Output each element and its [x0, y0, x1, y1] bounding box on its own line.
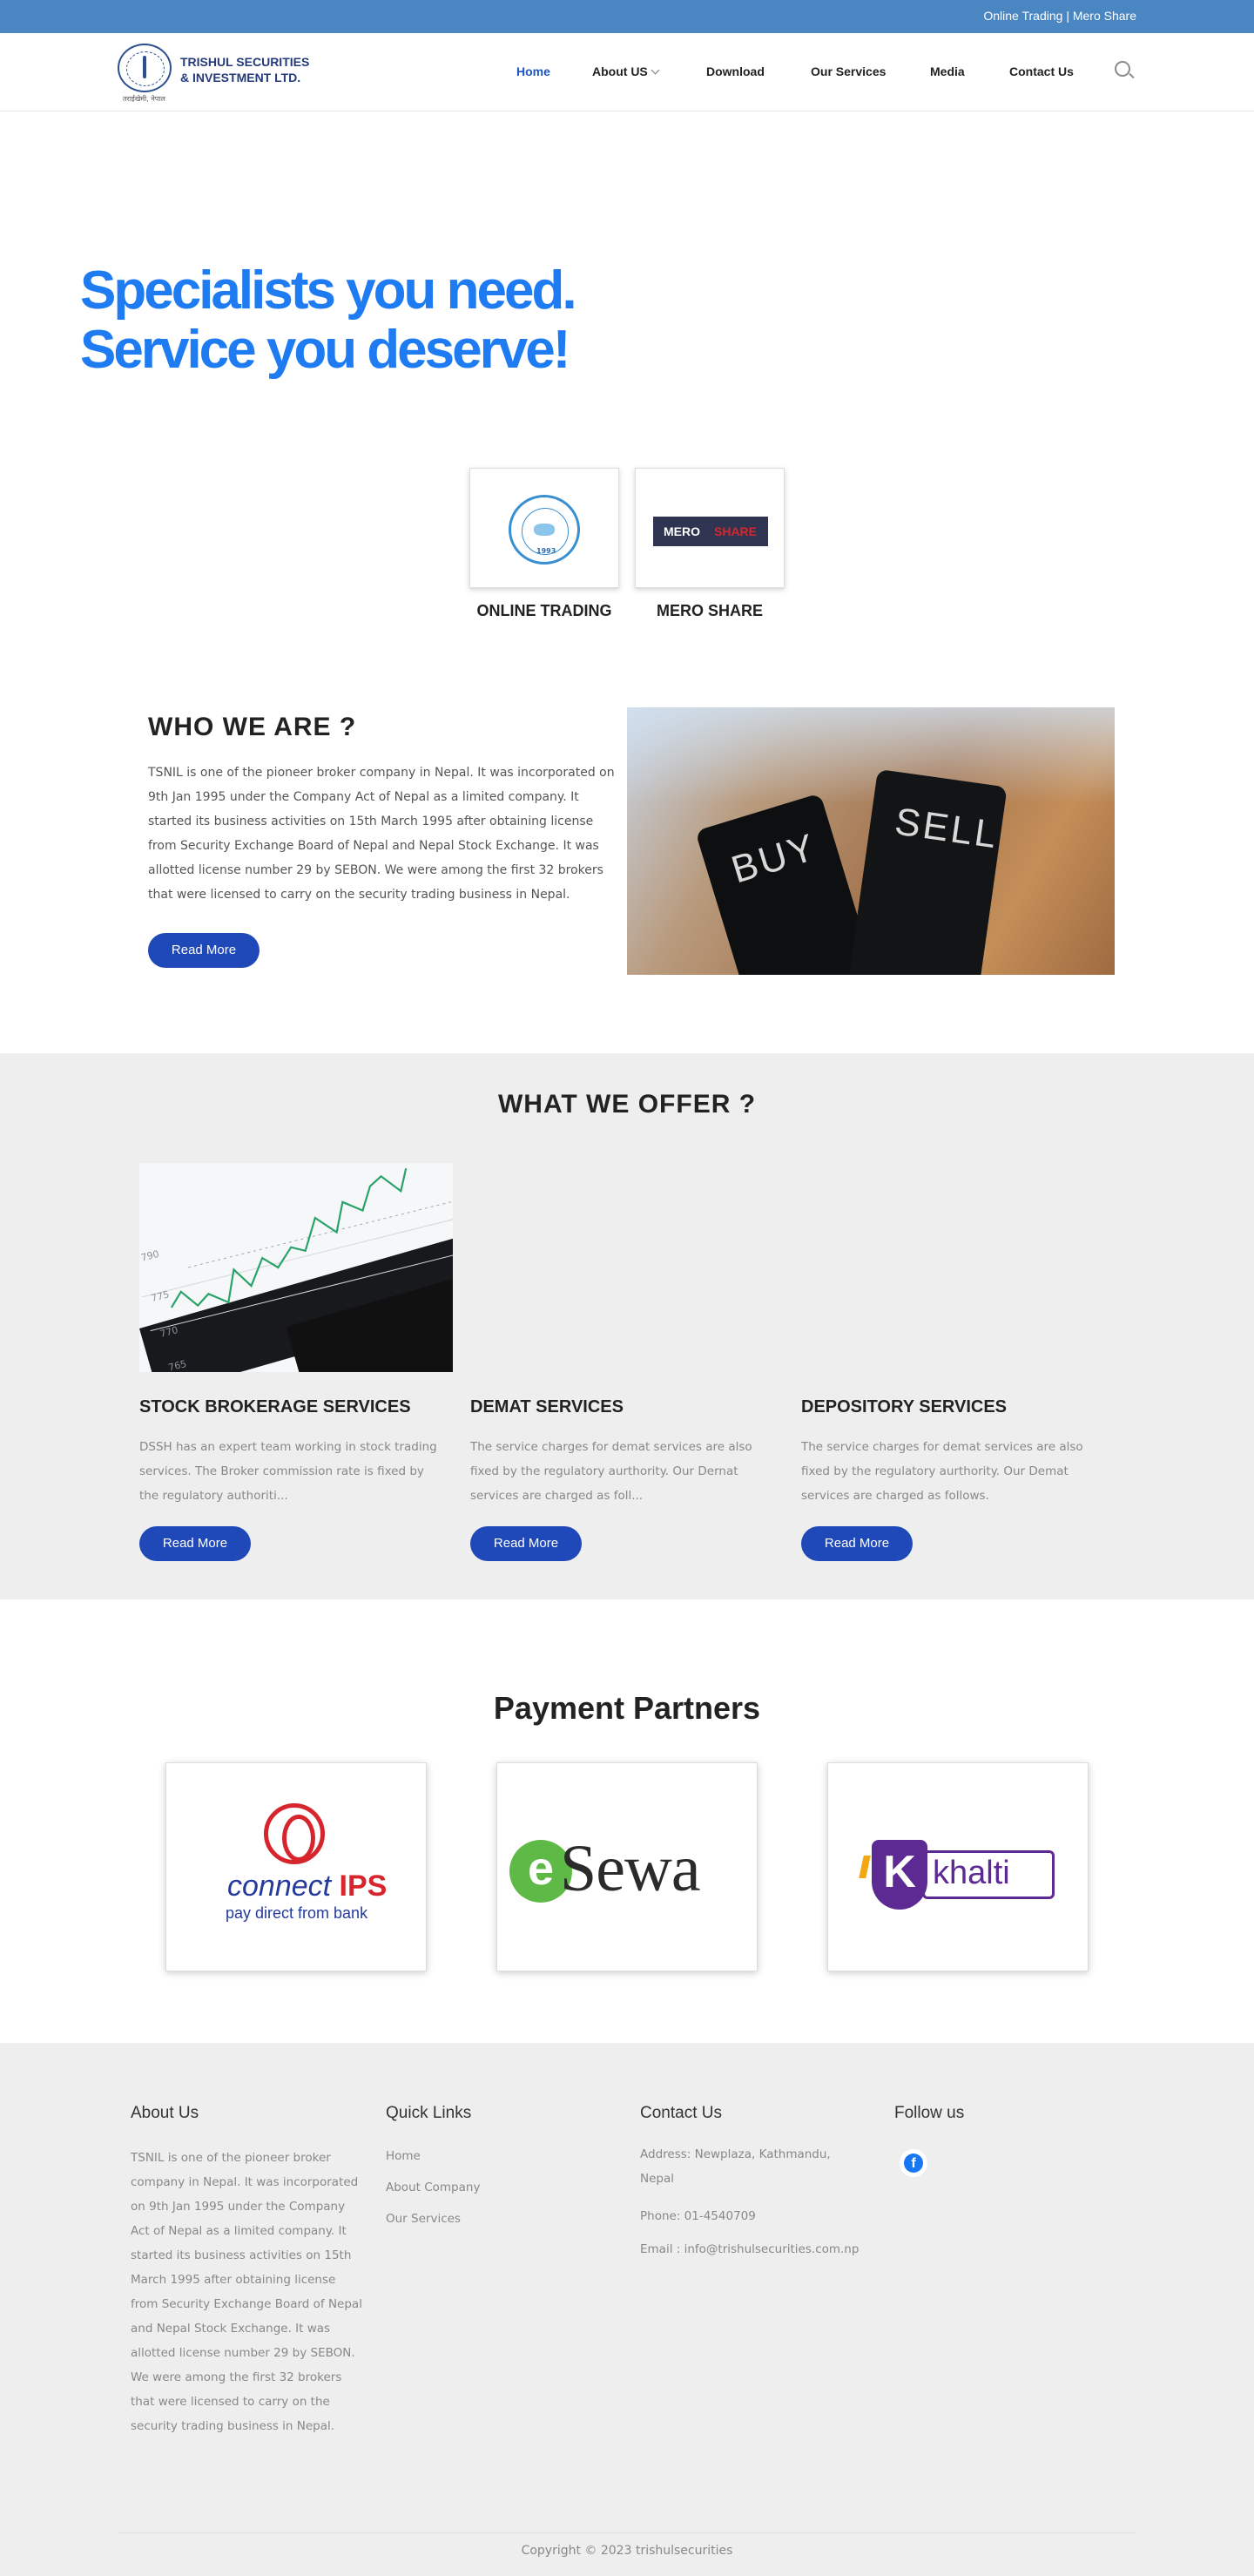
footer-email[interactable]: Email : info@trishulsecurities.com.np [640, 2237, 866, 2262]
footer-quick-links-heading: Quick Links [386, 2104, 472, 2122]
connectips-card[interactable]: connect IPS pay direct from bank [165, 1762, 427, 1971]
depository-read-more-button[interactable]: Read More [801, 1526, 913, 1561]
stock-brokerage-title: STOCK BROKERAGE SERVICES [139, 1397, 411, 1416]
footer-link-our-services[interactable]: Our Services [386, 2212, 461, 2226]
esewa-wordmark: Sewa [560, 1832, 701, 1905]
chart-tick-label: 770 [158, 1324, 179, 1340]
stock-line-graphic: 790 775 770 765 [140, 1167, 453, 1372]
sell-word: SELL [892, 800, 1001, 857]
chart-gridline [141, 1216, 453, 1298]
nepal-stock-exchange-logo: 1993 [509, 495, 580, 565]
logo-tagline: तराईखेमी, नेपाल [123, 95, 165, 103]
stock-brokerage-read-more-button[interactable]: Read More [139, 1526, 251, 1561]
connectips-logo-icon [264, 1803, 325, 1864]
online-trading-card[interactable]: 1993 [469, 468, 619, 588]
khalti-logo-icon: K [872, 1840, 927, 1910]
stock-chart-photo: 790 775 770 765 [139, 1163, 453, 1372]
nav-our-services[interactable]: Our Services [811, 64, 886, 78]
hero-headline: Specialists you need. Service you deserv… [80, 260, 577, 380]
nav-download[interactable]: Download [706, 64, 765, 78]
nav-home[interactable]: Home [516, 64, 550, 78]
demat-services-title: DEMAT SERVICES [470, 1397, 624, 1416]
what-we-offer-heading: WHAT WE OFFER ? [497, 1090, 757, 1119]
buy-sell-photo: BUY SELL [627, 707, 1115, 975]
top-strip: Online Trading | Mero Share [0, 0, 1254, 33]
payment-partners-heading: Payment Partners [493, 1690, 761, 1726]
hero-line-1: Specialists you need. [80, 260, 577, 321]
chart-reference-line [188, 1200, 453, 1268]
site-footer: About Us TSNIL is one of the pioneer bro… [0, 2043, 1254, 2576]
copyright-text: Copyright © 2023 trishulsecurities [521, 2544, 733, 2558]
depository-services-text: The service charges for demat services a… [801, 1440, 1083, 1503]
footer-address: Address: Newplaza, Kathmandu, Nepal [640, 2147, 831, 2186]
connectips-wordmark: connect IPS [227, 1869, 387, 1903]
search-icon[interactable] [1115, 61, 1130, 77]
company-name-line1: TRISHUL SECURITIES [180, 55, 310, 69]
photo-blur [627, 707, 1115, 803]
mero-logo-text: MERO [664, 524, 700, 538]
mero-share-label[interactable]: MERO SHARE [623, 602, 797, 620]
khalti-accent-mark [859, 1856, 871, 1878]
who-read-more-button[interactable]: Read More [148, 933, 260, 968]
demat-read-more-button[interactable]: Read More [470, 1526, 582, 1561]
mero-share-logo: MERO SHARE [653, 517, 768, 546]
company-name-line2: & INVESTMENT LTD. [180, 71, 301, 85]
chart-tick-label: 790 [140, 1248, 161, 1264]
nav-about-us[interactable]: About US [592, 64, 660, 78]
nav-contact-us[interactable]: Contact Us [1009, 64, 1074, 78]
chart-tick-label: 765 [167, 1358, 188, 1372]
footer-about-heading: About Us [131, 2104, 199, 2122]
depository-services-title: DEPOSITORY SERVICES [801, 1397, 1008, 1416]
khalti-card[interactable]: K khalti [827, 1762, 1089, 1971]
footer-divider [118, 2532, 1136, 2533]
online-trading-label[interactable]: ONLINE TRADING [457, 602, 631, 620]
khalti-wordmark: khalti [933, 1855, 1010, 1891]
nav-media[interactable]: Media [930, 64, 965, 78]
trishul-seal-icon [118, 44, 172, 92]
facebook-glyph: f [904, 2153, 923, 2173]
chart-tick-label: 775 [150, 1288, 171, 1304]
footer-contact-heading: Contact Us [640, 2104, 722, 2122]
buy-word: BUY [726, 825, 822, 892]
footer-phone: Phone: 01-4540709 [640, 2209, 756, 2223]
stock-brokerage-text: DSSH has an expert team working in stock… [139, 1440, 437, 1503]
site-header: तराईखेमी, नेपाल TRISHUL SECURITIES & INV… [0, 33, 1254, 112]
footer-link-home[interactable]: Home [386, 2149, 421, 2163]
company-name: TRISHUL SECURITIES & INVESTMENT LTD. [180, 54, 328, 85]
mero-share-card[interactable]: MERO SHARE [635, 468, 785, 588]
company-logo[interactable]: तराईखेमी, नेपाल TRISHUL SECURITIES & INV… [118, 44, 318, 103]
esewa-card[interactable]: e Sewa [496, 1762, 758, 1971]
demat-services-text: The service charges for demat services a… [470, 1440, 752, 1503]
chart-gridline [150, 1250, 453, 1332]
ips-word: IPS [339, 1869, 388, 1903]
hero-line-2: Service you deserve! [80, 320, 570, 380]
top-strip-links[interactable]: Online Trading | Mero Share [983, 9, 1136, 23]
nav-about-us-label: About US [592, 64, 648, 78]
chevron-down-icon [651, 65, 660, 75]
nse-logo-year: 1993 [536, 547, 556, 555]
footer-follow-heading: Follow us [894, 2104, 965, 2122]
share-logo-text: SHARE [714, 524, 758, 538]
who-we-are-text: TSNIL is one of the pioneer broker compa… [148, 766, 615, 902]
who-we-are-heading: WHO WE ARE ? [148, 713, 357, 741]
what-we-offer-section: WHAT WE OFFER ? 790 775 770 765 STOCK BR… [0, 1053, 1254, 1599]
footer-link-about-company[interactable]: About Company [386, 2180, 480, 2194]
footer-about-text: TSNIL is one of the pioneer broker compa… [131, 2151, 362, 2433]
facebook-icon[interactable]: f [900, 2149, 927, 2177]
connect-word: connect [227, 1869, 332, 1903]
connectips-tagline: pay direct from bank [226, 1904, 368, 1922]
